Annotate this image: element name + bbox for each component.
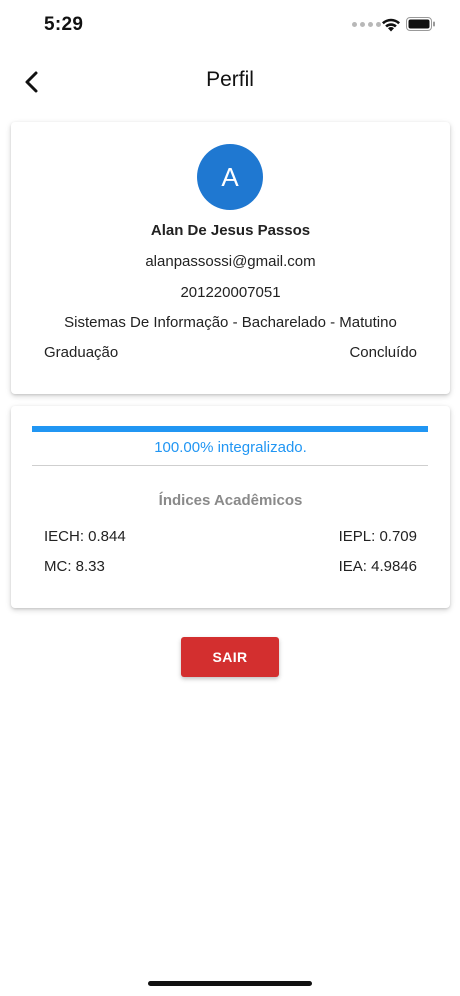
- battery-icon: [406, 17, 435, 31]
- wifi-icon: [382, 18, 400, 32]
- progress-bar-fill: [32, 426, 428, 432]
- indices-title: Índices Acadêmicos: [158, 492, 303, 509]
- index-iea: IEA: 4.9846: [338, 558, 417, 575]
- page-title: Perfil: [206, 68, 254, 91]
- signal-dots-icon: [352, 22, 381, 27]
- profile-course: Sistemas De Informação - Bacharelado - M…: [64, 314, 397, 331]
- header: Perfil: [0, 56, 460, 106]
- logout-button[interactable]: SAIR: [181, 637, 279, 677]
- avatar: A: [197, 144, 263, 210]
- status-time: 5:29: [44, 14, 84, 35]
- profile-email: alanpassossi@gmail.com: [145, 253, 316, 270]
- divider: [32, 465, 428, 466]
- profile-registration: 201220007051: [180, 284, 281, 301]
- index-mc: MC: 8.33: [44, 558, 105, 575]
- home-indicator: [148, 981, 312, 986]
- progress-label: 100.00% integralizado.: [154, 439, 307, 456]
- progress-bar: [32, 426, 428, 432]
- profile-status: Concluído: [349, 344, 417, 361]
- profile-level: Graduação: [44, 344, 119, 361]
- index-iepl: IEPL: 0.709: [338, 528, 417, 545]
- index-iech: IECH: 0.844: [44, 528, 126, 545]
- profile-name: Alan De Jesus Passos: [150, 222, 311, 239]
- profile-card: A Alan De Jesus Passos alanpassossi@gmai…: [11, 122, 450, 394]
- status-bar: 5:29: [0, 0, 460, 50]
- academic-stats-card: 100.00% integralizado. Índices Acadêmico…: [11, 406, 450, 608]
